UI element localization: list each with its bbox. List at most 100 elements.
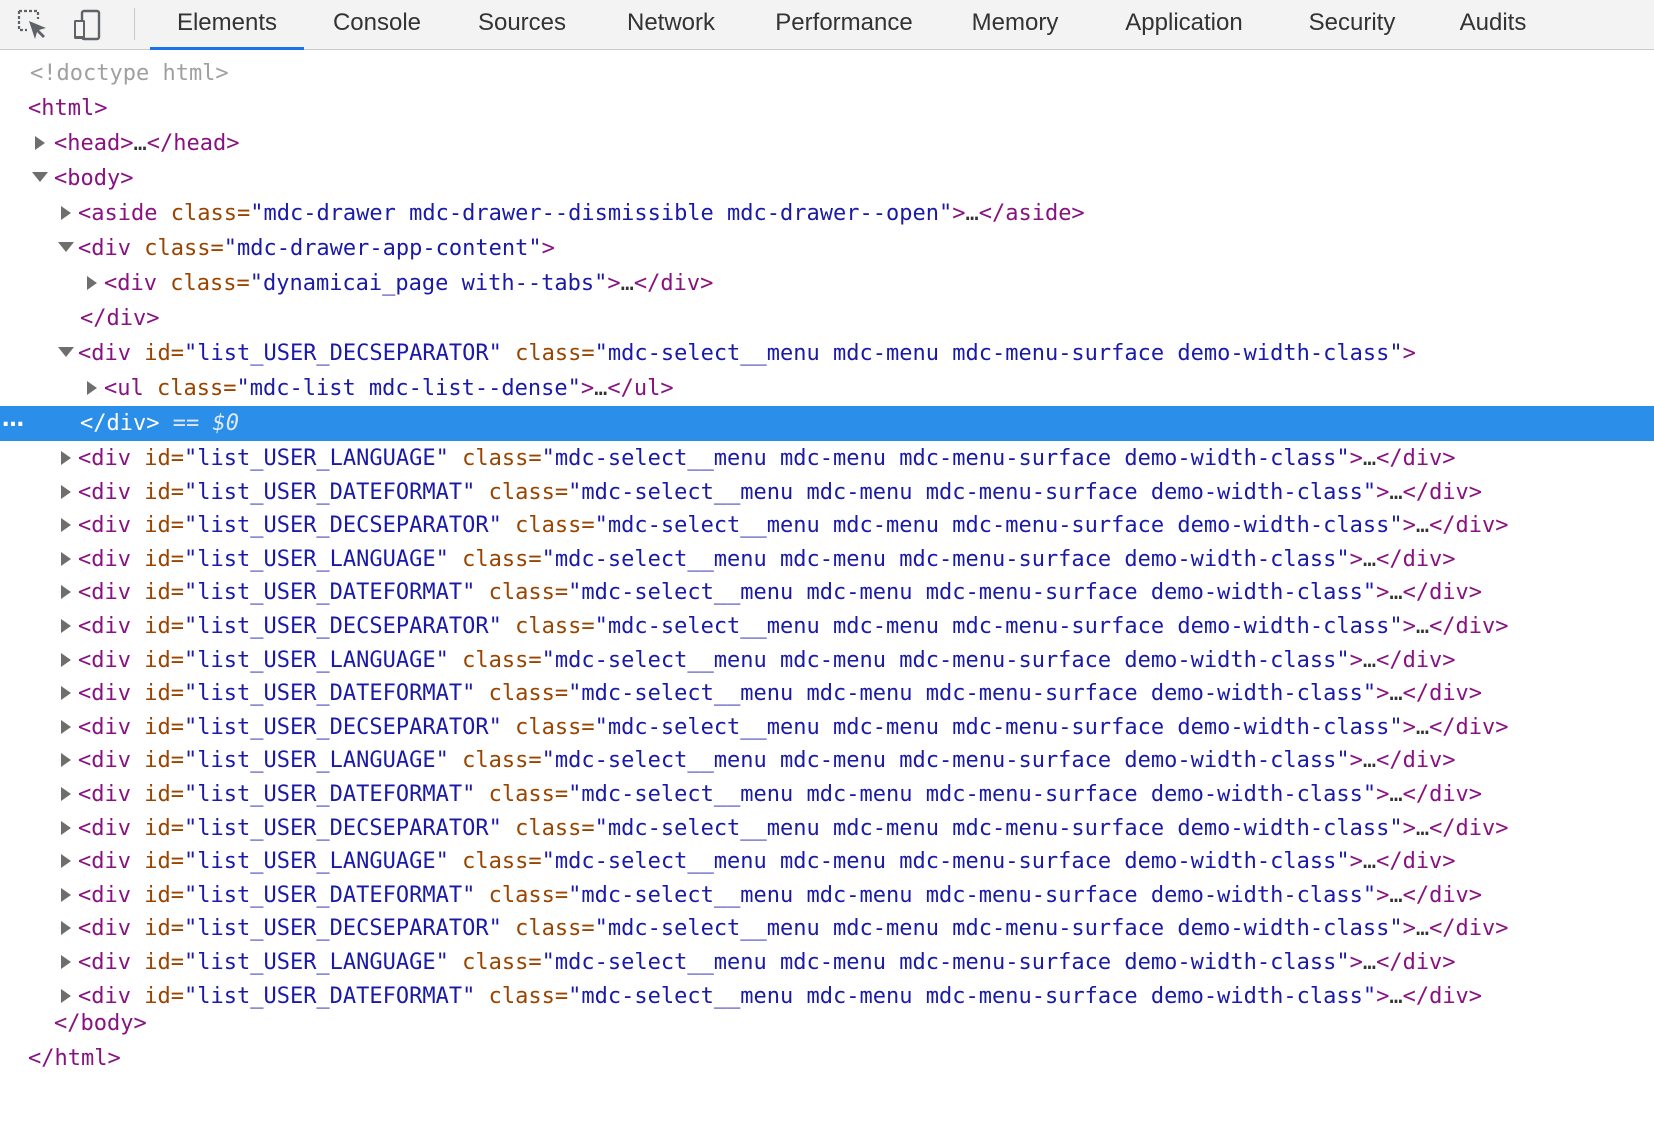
menu-div-node: <div id="list_USER_DATEFORMAT" class="md… <box>78 480 1483 505</box>
collapsed-ellipsis[interactable]: … <box>1363 648 1376 673</box>
tree-line-menu-div[interactable]: <div id="list_USER_DECSEPARATOR" class="… <box>0 811 1654 846</box>
tree-line-ul[interactable]: <ul class="mdc-list mdc-list--dense">…</… <box>0 371 1654 406</box>
expand-triangle-icon[interactable] <box>60 844 76 879</box>
collapsed-ellipsis[interactable]: … <box>594 376 607 401</box>
expand-triangle-icon[interactable] <box>60 878 76 913</box>
menu-div-node: <div id="list_USER_LANGUAGE" class="mdc-… <box>78 648 1456 673</box>
tab-console[interactable]: Console <box>315 0 439 50</box>
expand-triangle-icon[interactable] <box>34 126 50 161</box>
expand-triangle-icon[interactable] <box>60 676 76 711</box>
attr-value: "mdc-list mdc-list--dense" <box>236 376 581 401</box>
collapsed-ellipsis[interactable]: … <box>1389 681 1402 706</box>
tree-line-menu-div[interactable]: <div id="list_USER_DATEFORMAT" class="md… <box>0 878 1654 913</box>
collapsed-ellipsis[interactable]: … <box>1416 715 1429 740</box>
tree-line-menu-div[interactable]: <div id="list_USER_DATEFORMAT" class="md… <box>0 676 1654 711</box>
menu-div-node: <div id="list_USER_DECSEPARATOR" class="… <box>78 916 1509 941</box>
device-toolbar-icon[interactable] <box>70 8 104 42</box>
expand-triangle-icon[interactable] <box>60 441 76 476</box>
tree-line-menu-div[interactable]: <div id="list_USER_DATEFORMAT" class="md… <box>0 575 1654 610</box>
collapsed-ellipsis[interactable]: … <box>621 271 634 296</box>
tree-line-body-close[interactable]: </body> <box>0 1006 1654 1041</box>
expand-triangle-icon[interactable] <box>60 475 76 510</box>
expand-triangle-icon[interactable] <box>60 743 76 778</box>
tree-line-app-content[interactable]: <div class="mdc-drawer-app-content"> <box>0 231 1654 266</box>
tree-line-page-div[interactable]: <div class="dynamicai_page with--tabs">…… <box>0 266 1654 301</box>
tab-network[interactable]: Network <box>610 0 732 50</box>
tab-memory[interactable]: Memory <box>955 0 1075 50</box>
collapsed-ellipsis[interactable]: … <box>1363 547 1376 572</box>
expand-triangle-icon[interactable] <box>60 811 76 846</box>
tree-line-menu-div[interactable]: <div id="list_USER_DATEFORMAT" class="md… <box>0 777 1654 812</box>
tree-line-html-close[interactable]: </html> <box>0 1041 1654 1076</box>
expand-triangle-icon[interactable] <box>60 609 76 644</box>
menu-div-node: <div id="list_USER_LANGUAGE" class="mdc-… <box>78 748 1456 773</box>
tab-performance[interactable]: Performance <box>762 0 926 50</box>
tree-line-menu-div[interactable]: <div id="list_USER_LANGUAGE" class="mdc-… <box>0 643 1654 678</box>
tree-line-head[interactable]: <head>…</head> <box>0 126 1654 161</box>
expand-triangle-icon[interactable] <box>60 911 76 946</box>
expand-triangle-icon[interactable] <box>60 196 76 231</box>
tree-line-menu-div[interactable]: <div id="list_USER_DATEFORMAT" class="md… <box>0 475 1654 510</box>
inspect-element-icon[interactable] <box>16 8 50 42</box>
collapsed-ellipsis[interactable]: … <box>1363 446 1376 471</box>
tree-line-menu-div[interactable]: <div id="list_USER_LANGUAGE" class="mdc-… <box>0 844 1654 879</box>
expand-triangle-icon[interactable] <box>60 777 76 812</box>
expand-triangle-icon[interactable] <box>60 643 76 678</box>
tree-line-menu-div[interactable]: <div id="list_USER_DECSEPARATOR" class="… <box>0 609 1654 644</box>
collapsed-ellipsis[interactable]: … <box>1363 950 1376 975</box>
tree-line-menu-div[interactable]: <div id="list_USER_LANGUAGE" class="mdc-… <box>0 743 1654 778</box>
expand-triangle-icon[interactable] <box>86 266 102 301</box>
collapsed-ellipsis[interactable]: … <box>1363 849 1376 874</box>
tree-line-menu-div[interactable]: <div id="list_USER_DECSEPARATOR" class="… <box>0 911 1654 946</box>
collapsed-ellipsis[interactable]: … <box>133 131 146 156</box>
tree-line-selected[interactable]: … </div> == $0 <box>0 406 1654 441</box>
collapsed-ellipsis[interactable]: … <box>1389 883 1402 908</box>
attr-name: id <box>144 614 171 639</box>
tag-end: > <box>1349 950 1363 975</box>
collapsed-ellipsis[interactable]: … <box>1416 614 1429 639</box>
collapsed-ellipsis[interactable]: … <box>1389 580 1402 605</box>
tree-line-app-content-close[interactable]: </div> <box>0 301 1654 336</box>
collapsed-ellipsis[interactable]: … <box>1416 816 1429 841</box>
collapsed-ellipsis[interactable]: … <box>1416 916 1429 941</box>
attr-value: "list_USER_DECSEPARATOR" <box>183 614 502 639</box>
tree-line-html[interactable]: <html> <box>0 91 1654 126</box>
tab-sources[interactable]: Sources <box>462 0 582 50</box>
menu-div-node: <div id="list_USER_DECSEPARATOR" class="… <box>78 513 1509 538</box>
tab-audits[interactable]: Audits <box>1440 0 1546 50</box>
collapsed-ellipsis[interactable]: … <box>1363 748 1376 773</box>
collapse-triangle-icon[interactable] <box>32 161 48 196</box>
tree-line-aside[interactable]: <aside class="mdc-drawer mdc-drawer--dis… <box>0 196 1654 231</box>
expand-triangle-icon[interactable] <box>60 542 76 577</box>
collapsed-ellipsis[interactable]: … <box>1389 480 1402 505</box>
expand-triangle-icon[interactable] <box>86 371 102 406</box>
collapse-triangle-icon[interactable] <box>58 231 74 266</box>
expand-triangle-icon[interactable] <box>60 575 76 610</box>
tab-elements[interactable]: Elements <box>150 0 304 50</box>
tree-line-menu-div[interactable]: <div id="list_USER_DECSEPARATOR" class="… <box>0 508 1654 543</box>
tree-line-doctype[interactable]: <!doctype html> <box>0 56 1654 91</box>
tag-end: > <box>580 376 595 401</box>
expand-triangle-icon[interactable] <box>60 710 76 745</box>
attr-value: "list_USER_DECSEPARATOR" <box>183 341 502 366</box>
tab-security[interactable]: Security <box>1290 0 1414 50</box>
attr-value: "mdc-select__menu mdc-menu mdc-menu-surf… <box>541 648 1350 673</box>
expand-triangle-icon[interactable] <box>60 508 76 543</box>
attr-value: "list_USER_DATEFORMAT" <box>183 782 476 807</box>
collapsed-ellipsis[interactable]: … <box>1389 782 1402 807</box>
collapsed-ellipsis[interactable]: … <box>1416 513 1429 538</box>
expand-triangle-icon[interactable] <box>60 945 76 980</box>
collapse-triangle-icon[interactable] <box>58 336 74 371</box>
tree-line-menu-div[interactable]: <div id="list_USER_LANGUAGE" class="mdc-… <box>0 542 1654 577</box>
tree-line-menu-div[interactable]: <div id="list_USER_LANGUAGE" class="mdc-… <box>0 945 1654 980</box>
tree-line-menu-div[interactable]: <div id="list_USER_LANGUAGE" class="mdc-… <box>0 441 1654 476</box>
tree-line-open-menu[interactable]: <div id="list_USER_DECSEPARATOR" class="… <box>0 336 1654 371</box>
tree-line-menu-div[interactable]: <div id="list_USER_DECSEPARATOR" class="… <box>0 710 1654 745</box>
collapsed-ellipsis[interactable]: … <box>965 201 978 226</box>
more-options-icon[interactable]: … <box>2 406 24 437</box>
attr-name: class <box>515 614 582 639</box>
tree-line-body[interactable]: <body> <box>0 161 1654 196</box>
tab-application[interactable]: Application <box>1110 0 1258 50</box>
div-close-tag: </div> <box>1402 883 1483 908</box>
ul-open-tag: <ul <box>104 376 144 401</box>
